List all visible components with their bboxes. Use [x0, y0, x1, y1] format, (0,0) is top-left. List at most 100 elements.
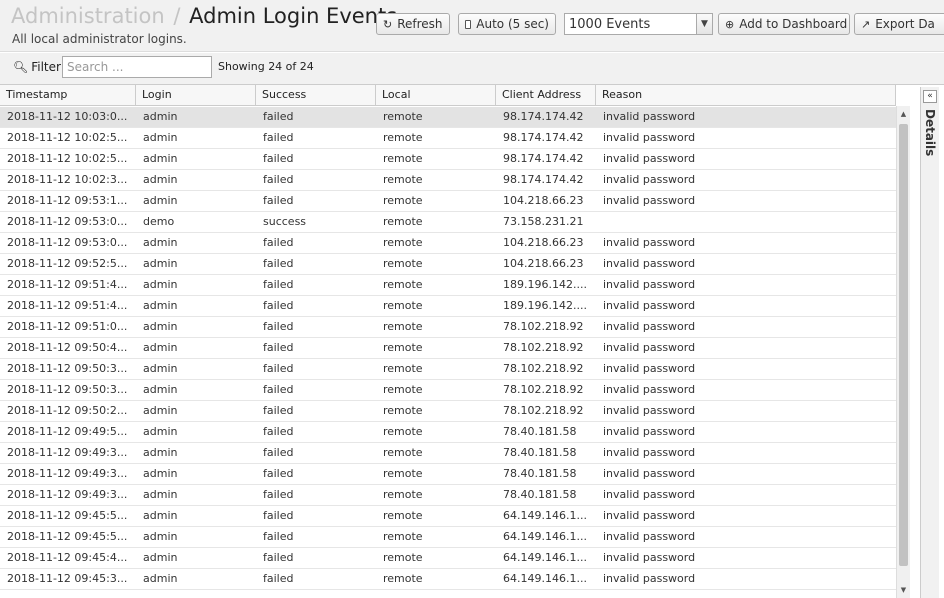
cell-local: remote [383, 404, 423, 417]
cell-success: failed [263, 572, 294, 585]
table-row[interactable]: 2018-11-12 09:52:5... admin failed remote 10… [0, 254, 896, 275]
cell-success: failed [263, 383, 294, 396]
cell-login: admin [143, 131, 178, 144]
events-count-select[interactable]: 1000 Events ▼ [564, 13, 713, 35]
page-title-text: Admin Login Events [189, 4, 398, 28]
cell-timestamp: 2018-11-12 09:53:1... [7, 194, 128, 207]
scroll-thumb[interactable] [899, 124, 908, 566]
details-panel[interactable]: « Details [920, 87, 939, 598]
table-row[interactable]: 2018-11-12 09:53:0... admin failed remote 10… [0, 233, 896, 254]
cell-reason: invalid password [603, 299, 696, 312]
cell-reason: invalid password [603, 551, 696, 564]
cell-reason: invalid password [603, 110, 696, 123]
column-header-local[interactable]: Local [376, 85, 496, 106]
table-row[interactable]: 2018-11-12 09:53:1... admin failed remote 10… [0, 191, 896, 212]
double-chevron-left-icon[interactable]: « [923, 90, 937, 103]
cell-client-address: 104.218.66.23 [503, 236, 584, 249]
table-row[interactable]: 2018-11-12 09:49:3... admin failed remote 78… [0, 464, 896, 485]
cell-login: admin [143, 467, 178, 480]
add-to-dashboard-label: Add to Dashboard [739, 17, 848, 31]
cell-client-address: 189.196.142.... [503, 278, 587, 291]
table-row[interactable]: 2018-11-12 09:49:5... admin failed remote 78… [0, 422, 896, 443]
table-row[interactable]: 2018-11-12 09:53:0... demo success remote 73… [0, 212, 896, 233]
cell-local: remote [383, 383, 423, 396]
cell-reason: invalid password [603, 236, 696, 249]
table-row[interactable]: 2018-11-12 09:51:4... admin failed remote 18… [0, 296, 896, 317]
cell-timestamp: 2018-11-12 09:50:4... [7, 341, 128, 354]
scroll-up-icon[interactable]: ▲ [897, 108, 910, 120]
cell-login: admin [143, 341, 178, 354]
column-header-login[interactable]: Login [136, 85, 256, 106]
table-row[interactable]: 2018-11-12 09:49:3... admin failed remote 78… [0, 485, 896, 506]
auto-refresh-checkbox[interactable] [465, 19, 472, 29]
filter-label: 🔍︎ Filter [13, 60, 61, 74]
vertical-scrollbar[interactable]: ▲ ▼ [896, 106, 910, 598]
cell-success: failed [263, 236, 294, 249]
auto-refresh-toggle[interactable]: Auto (5 sec) [458, 13, 556, 35]
cell-reason: invalid password [603, 572, 696, 585]
table-row[interactable]: 2018-11-12 09:50:4... admin failed remote 78… [0, 338, 896, 359]
table-row[interactable]: 2018-11-12 09:45:5... admin failed remote 64… [0, 527, 896, 548]
cell-reason: invalid password [603, 383, 696, 396]
table-row[interactable]: 2018-11-12 09:45:5... admin failed remote 64… [0, 506, 896, 527]
cell-success: failed [263, 173, 294, 186]
cell-login: admin [143, 257, 178, 270]
export-label: Export Da [875, 17, 935, 31]
cell-reason: invalid password [603, 488, 696, 501]
scroll-down-icon[interactable]: ▼ [897, 584, 910, 596]
cell-login: admin [143, 530, 178, 543]
table-row[interactable]: 2018-11-12 09:50:3... admin failed remote 78… [0, 359, 896, 380]
cell-client-address: 78.40.181.58 [503, 488, 577, 501]
cell-timestamp: 2018-11-12 09:51:0... [7, 320, 128, 333]
cell-reason [596, 212, 896, 232]
table-row[interactable]: 2018-11-12 09:50:3... admin failed remote 78… [0, 380, 896, 401]
cell-login: admin [143, 299, 178, 312]
cell-login: admin [143, 488, 178, 501]
table-row[interactable]: 2018-11-12 09:45:4... admin failed remote 64… [0, 548, 896, 569]
chevron-down-icon[interactable]: ▼ [696, 14, 712, 34]
search-input[interactable] [62, 56, 212, 78]
table-row[interactable]: 2018-11-12 09:50:2... admin failed remote 78… [0, 401, 896, 422]
cell-client-address: 78.40.181.58 [503, 425, 577, 438]
cell-reason: invalid password [603, 530, 696, 543]
table-row[interactable]: 2018-11-12 09:51:4... admin failed remote 18… [0, 275, 896, 296]
cell-success: failed [263, 488, 294, 501]
cell-reason: invalid password [603, 278, 696, 291]
cell-reason: invalid password [603, 257, 696, 270]
cell-local: remote [383, 446, 423, 459]
table-row[interactable]: 2018-11-12 10:02:5... admin failed remote 98… [0, 149, 896, 170]
table-row[interactable]: 2018-11-12 10:02:3... admin failed remote 98… [0, 170, 896, 191]
cell-timestamp: 2018-11-12 09:49:3... [7, 488, 128, 501]
column-header-client-address[interactable]: Client Address [496, 85, 596, 106]
cell-local: remote [383, 341, 423, 354]
cell-local: remote [383, 299, 423, 312]
cell-local: remote [383, 194, 423, 207]
cell-login: admin [143, 551, 178, 564]
table-row[interactable]: 2018-11-12 09:49:3... admin failed remote 78… [0, 443, 896, 464]
column-header-reason[interactable]: Reason [596, 85, 896, 106]
cell-timestamp: 2018-11-12 09:52:5... [7, 257, 128, 270]
add-to-dashboard-button[interactable]: ⊕ Add to Dashboard [718, 13, 850, 35]
export-button[interactable]: ↗ Export Da [854, 13, 944, 35]
cell-local: remote [383, 551, 423, 564]
cell-reason: invalid password [603, 320, 696, 333]
cell-local: remote [383, 362, 423, 375]
cell-success: failed [263, 152, 294, 165]
column-header-timestamp[interactable]: Timestamp [0, 85, 136, 106]
cell-reason: invalid password [603, 131, 696, 144]
cell-local: remote [383, 110, 423, 123]
table-row[interactable]: 2018-11-12 09:45:3... admin failed remote 64… [0, 569, 896, 590]
cell-login: admin [143, 362, 178, 375]
cell-success: failed [263, 530, 294, 543]
breadcrumb-administration[interactable]: Administration [11, 4, 165, 28]
cell-client-address: 78.102.218.92 [503, 341, 584, 354]
cell-local: remote [383, 320, 423, 333]
details-panel-label[interactable]: Details [923, 109, 937, 156]
table-row[interactable]: 2018-11-12 10:03:0... admin failed remote 98… [0, 107, 896, 128]
cell-success: failed [263, 341, 294, 354]
table-row[interactable]: 2018-11-12 10:02:5... admin failed remote 98… [0, 128, 896, 149]
table-row[interactable]: 2018-11-12 09:51:0... admin failed remote 78… [0, 317, 896, 338]
column-header-success[interactable]: Success [256, 85, 376, 106]
cell-login: demo [143, 215, 175, 228]
refresh-button[interactable]: ↻ Refresh [376, 13, 450, 35]
